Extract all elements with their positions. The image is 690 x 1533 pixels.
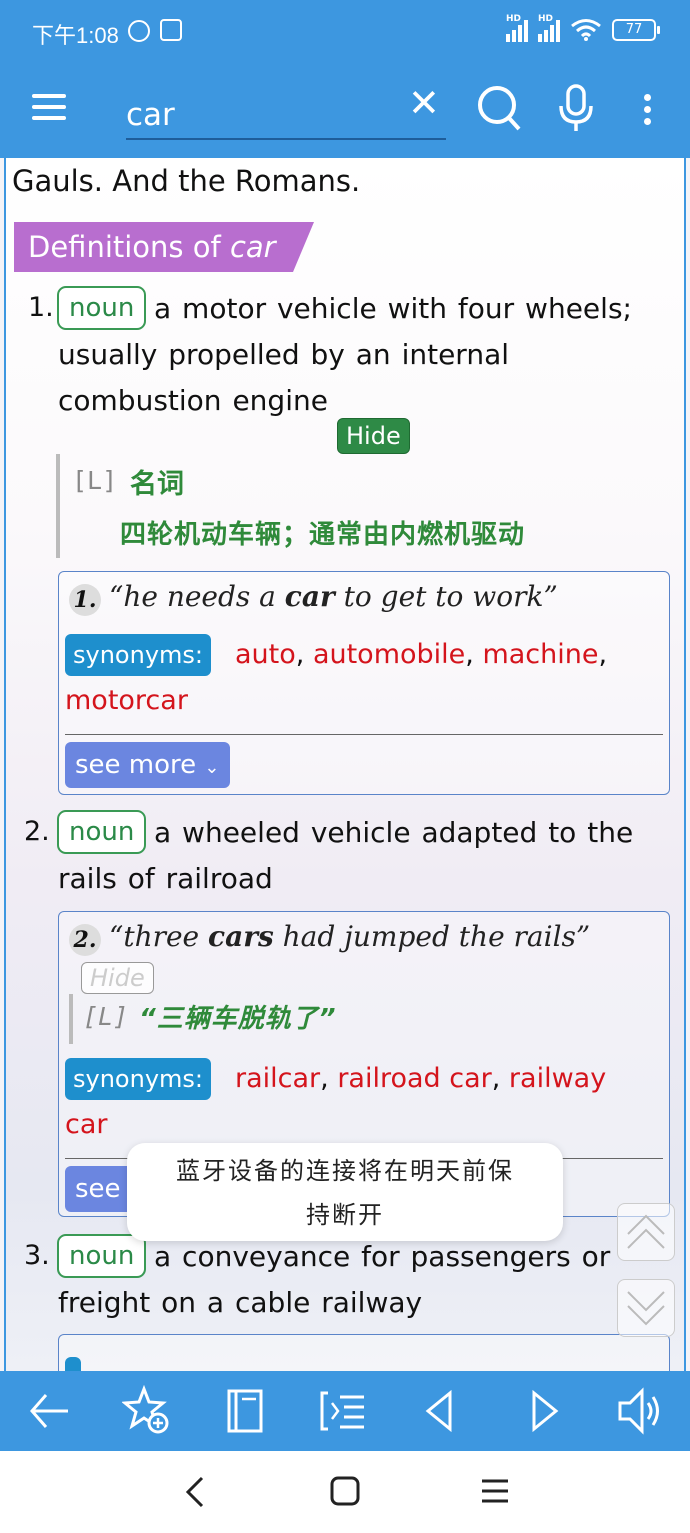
more-vertical-icon[interactable] <box>644 94 652 130</box>
translation-block: [L] 名词 四轮机动车辆；通常由内燃机驱动 <box>56 454 656 558</box>
status-indicators: HD HD 77 <box>506 14 660 42</box>
nav-menu-icon[interactable] <box>480 1477 510 1505</box>
status-time: 下午1:08 <box>32 23 119 48</box>
pos-tag[interactable]: noun <box>57 810 147 854</box>
synonym-link[interactable]: automobile <box>313 639 465 670</box>
toast-message: 蓝牙设备的连接将在明天前保 持断开 <box>127 1143 563 1241</box>
definition-number: 1. <box>28 292 54 323</box>
gloss-line: usually propelled by an internal <box>58 338 510 371</box>
example-before: “three <box>109 920 209 953</box>
definitions-header-label: Definitions of <box>28 230 221 264</box>
gloss-line: rails of railroad <box>58 862 273 895</box>
chevron-down-icon: ⌄ <box>204 757 220 778</box>
synonyms-list: railcar, railroad car, railway <box>235 1063 607 1094</box>
synonym-link-cont[interactable]: car <box>65 1109 108 1140</box>
synonym-link[interactable]: railroad car <box>337 1063 491 1094</box>
divider <box>65 734 663 735</box>
scroll-up-button[interactable] <box>617 1203 675 1261</box>
example-sentence: “three cars had jumped the rails” <box>109 920 590 953</box>
bottom-toolbar <box>0 1371 690 1451</box>
definition-number: 2. <box>24 816 50 847</box>
definitions-header-word: car <box>229 230 276 264</box>
next-icon[interactable] <box>516 1385 568 1437</box>
example-before: “he needs a <box>109 580 285 613</box>
book-icon[interactable] <box>220 1385 272 1437</box>
synonyms-list-cont: car <box>65 1102 108 1148</box>
search-icon[interactable] <box>476 84 522 134</box>
translation-text: “三辆车脱轨了” <box>139 1004 337 1034</box>
translation-tag: [L] <box>72 466 118 495</box>
battery-indicator: 77 <box>612 19 660 41</box>
translation-pos: 名词 <box>130 469 184 500</box>
example-sentence: “he needs a car to get to work” <box>109 580 558 613</box>
synonym-link[interactable]: auto <box>235 639 296 670</box>
signal-2: HD <box>538 14 560 42</box>
pos-tag[interactable]: noun <box>57 1234 147 1278</box>
app-toolbar: ✕ <box>0 62 690 158</box>
example-bold: car <box>284 580 335 613</box>
example-after: to get to work” <box>334 580 558 613</box>
see-more-button[interactable]: see more ⌄ <box>65 742 230 788</box>
synonyms-list-cont: motorcar <box>65 678 188 724</box>
back-arrow-icon[interactable] <box>24 1385 76 1437</box>
previous-icon[interactable] <box>416 1385 468 1437</box>
hide-translation-button[interactable]: Hide <box>337 418 410 454</box>
example-box: 1. “he needs a car to get to work” synon… <box>58 571 670 795</box>
synonyms-label <box>65 1357 81 1371</box>
pos-tag[interactable]: noun <box>57 286 147 330</box>
translation-block: [L] “三辆车脱轨了” <box>69 994 649 1044</box>
hamburger-menu-icon[interactable] <box>32 94 66 120</box>
chevron-down-icon <box>627 1291 665 1326</box>
alarm-icon <box>128 20 150 42</box>
example-bold: cars <box>208 920 274 953</box>
previous-text: Gauls. And the Romans. <box>12 164 361 198</box>
synonym-link[interactable]: machine <box>482 639 598 670</box>
toast-line: 蓝牙设备的连接将在明天前保 <box>176 1157 514 1185</box>
hide-translation-button[interactable]: Hide <box>81 962 154 994</box>
gloss-line: a wheeled vehicle adapted to the <box>154 816 634 849</box>
example-number: 1. <box>69 584 101 616</box>
close-icon[interactable]: ✕ <box>408 84 440 122</box>
gloss-line: a motor vehicle with four wheels; <box>154 292 632 325</box>
signal-1: HD <box>506 14 528 42</box>
wifi-icon <box>571 19 601 41</box>
translation-tag: [L] <box>83 1002 129 1031</box>
list-icon[interactable] <box>318 1385 370 1437</box>
synonym-link[interactable]: railway <box>509 1063 606 1094</box>
synonyms-label: synonyms: <box>65 1058 211 1100</box>
translation-text: 四轮机动车辆；通常由内燃机驱动 <box>120 520 526 550</box>
scroll-down-button[interactable] <box>617 1279 675 1337</box>
gloss-line: combustion engine <box>58 384 328 417</box>
example-number: 2. <box>69 924 101 956</box>
definition-number: 3. <box>24 1240 50 1271</box>
see-more-label: see more <box>75 750 197 780</box>
synonym-link[interactable]: railcar <box>235 1063 320 1094</box>
microphone-icon[interactable] <box>558 84 594 134</box>
synonyms-label: synonyms: <box>65 634 211 676</box>
nav-home-icon[interactable] <box>329 1475 361 1507</box>
search-input[interactable] <box>126 92 446 140</box>
app-notification-icon <box>160 19 182 41</box>
speaker-icon[interactable] <box>614 1385 666 1437</box>
definitions-header: Definitions of car <box>14 222 314 272</box>
example-after: had jumped the rails” <box>273 920 591 953</box>
synonym-link[interactable]: motorcar <box>65 685 188 716</box>
chevron-up-icon <box>627 1214 665 1249</box>
system-nav-bar <box>0 1451 690 1533</box>
network-label-1: HD <box>506 14 522 24</box>
add-favorite-icon[interactable] <box>122 1385 174 1437</box>
network-label-2: HD <box>538 14 554 24</box>
gloss-line: freight on a cable railway <box>58 1286 423 1319</box>
toast-line: 持断开 <box>306 1201 384 1229</box>
synonyms-list: auto, automobile, machine, <box>235 639 608 670</box>
example-box <box>58 1334 670 1371</box>
status-bar: 下午1:08 HD HD 77 <box>0 0 690 62</box>
nav-back-icon[interactable] <box>182 1475 208 1509</box>
